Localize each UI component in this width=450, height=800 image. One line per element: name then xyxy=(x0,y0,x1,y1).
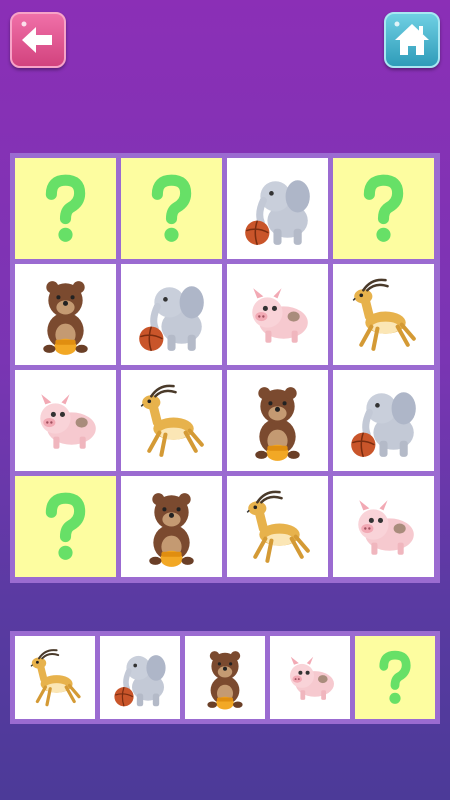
question-icon xyxy=(15,158,116,259)
elephant-icon xyxy=(100,636,180,719)
board-tile-gazelle[interactable] xyxy=(333,264,434,365)
board-tile-bear[interactable] xyxy=(15,264,116,365)
empty-slot-tile[interactable] xyxy=(15,476,116,577)
gazelle-icon xyxy=(333,264,434,365)
board-tile-pig[interactable] xyxy=(15,370,116,471)
pig-icon xyxy=(270,636,350,719)
empty-slot-tile[interactable] xyxy=(15,158,116,259)
bear-icon xyxy=(185,636,265,719)
gazelle-icon xyxy=(227,476,328,577)
elephant-icon xyxy=(227,158,328,259)
elephant-icon xyxy=(333,370,434,471)
choice-tile-question[interactable] xyxy=(355,636,435,719)
back-button[interactable] xyxy=(10,12,66,68)
bear-icon xyxy=(15,264,116,365)
board-tile-elephant[interactable] xyxy=(227,158,328,259)
choice-tile-elephant[interactable] xyxy=(100,636,180,719)
empty-slot-tile[interactable] xyxy=(333,158,434,259)
question-icon xyxy=(333,158,434,259)
board-tile-elephant[interactable] xyxy=(121,264,222,365)
gazelle-icon xyxy=(15,636,95,719)
gazelle-icon xyxy=(121,370,222,471)
choice-tile-gazelle[interactable] xyxy=(15,636,95,719)
puzzle-board xyxy=(10,153,440,583)
board-tile-pig[interactable] xyxy=(227,264,328,365)
pig-icon xyxy=(333,476,434,577)
board-tile-gazelle[interactable] xyxy=(227,476,328,577)
home-button[interactable] xyxy=(384,12,440,68)
question-icon xyxy=(15,476,116,577)
pig-icon xyxy=(227,264,328,365)
question-icon xyxy=(121,158,222,259)
bear-icon xyxy=(227,370,328,471)
choice-tile-bear[interactable] xyxy=(185,636,265,719)
bear-icon xyxy=(121,476,222,577)
board-tile-bear[interactable] xyxy=(121,476,222,577)
board-tile-pig[interactable] xyxy=(333,476,434,577)
back-arrow-icon xyxy=(21,21,52,53)
board-tile-gazelle[interactable] xyxy=(121,370,222,471)
choice-tray xyxy=(10,631,440,724)
board-tile-bear[interactable] xyxy=(227,370,328,471)
empty-slot-tile[interactable] xyxy=(121,158,222,259)
elephant-icon xyxy=(121,264,222,365)
house-icon xyxy=(394,21,429,55)
question-icon xyxy=(355,636,435,719)
board-tile-elephant[interactable] xyxy=(333,370,434,471)
choice-tile-pig[interactable] xyxy=(270,636,350,719)
pig-icon xyxy=(15,370,116,471)
